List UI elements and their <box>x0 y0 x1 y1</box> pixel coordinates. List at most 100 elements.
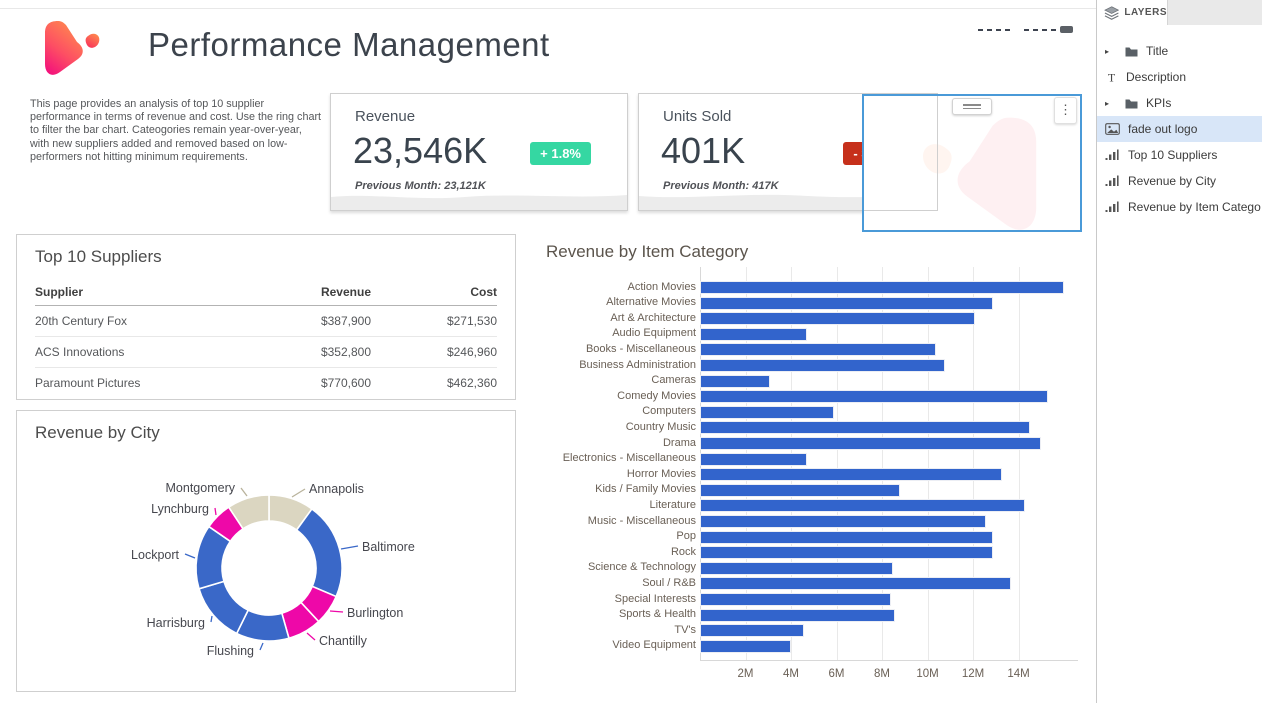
bar-literature <box>700 499 1025 512</box>
bar-category-label: TV's <box>674 624 696 636</box>
kpi-label: Units Sold <box>663 108 731 125</box>
kebab-menu-icon[interactable]: ⋮ <box>1054 97 1077 124</box>
bar-audio-equipment <box>700 328 807 341</box>
bar-kids-family-movies <box>700 484 900 497</box>
chart-icon <box>1105 175 1120 187</box>
table-cell: $387,900 <box>253 314 371 328</box>
bar-action-movies <box>700 281 1064 294</box>
city-label-montgomery: Montgomery <box>166 481 235 495</box>
city-label-connector <box>292 489 305 497</box>
bar-sports-health <box>700 609 895 622</box>
x-tick-label: 4M <box>769 668 813 680</box>
layer-item-revenue-by-city[interactable]: Revenue by City <box>1097 168 1262 194</box>
x-tick-label: 8M <box>860 668 904 680</box>
layer-item-kpis[interactable]: ▸KPIs <box>1097 90 1262 116</box>
drag-handle[interactable] <box>952 98 992 115</box>
bar-category-label: Science & Technology <box>588 561 696 573</box>
layers-tab[interactable]: LAYERS <box>1097 0 1168 25</box>
caret-right-icon[interactable]: ▸ <box>1105 47 1115 56</box>
bar-comedy-movies <box>700 390 1048 403</box>
bar-special-interests <box>700 593 891 606</box>
bar-alternative-movies <box>700 297 993 310</box>
city-donut-chart[interactable] <box>17 411 517 693</box>
revenue-by-item-category-widget[interactable]: Revenue by Item Category Action MoviesAl… <box>530 236 1090 698</box>
layer-item-label: Description <box>1126 70 1186 84</box>
table-row[interactable]: ACS Innovations$352,800$246,960 <box>35 337 497 368</box>
city-label-connector <box>211 616 212 622</box>
kpi-value: 401K <box>661 130 745 172</box>
layer-item-fade-out-logo[interactable]: fade out logo <box>1097 116 1262 142</box>
layer-item-label: Title <box>1146 44 1168 58</box>
layer-item-description[interactable]: T Description <box>1097 64 1262 90</box>
layer-item-revenue-by-item-catego[interactable]: Revenue by Item Catego <box>1097 194 1262 220</box>
bar-cameras <box>700 375 770 388</box>
city-label-connector <box>307 633 315 640</box>
revenue-by-city-widget[interactable]: Revenue by City AnnapolisBaltimoreBurlin… <box>16 410 516 692</box>
kpi-card-revenue[interactable]: Revenue 23,546K + 1.8% Previous Month: 2… <box>330 93 628 211</box>
bar-tv-s <box>700 624 804 637</box>
bar-category-label: Country Music <box>626 421 696 433</box>
kpi-badge-0: + 1.8% <box>530 142 591 165</box>
bar-category-label: Audio Equipment <box>612 327 696 339</box>
kpi-sparkline <box>331 186 627 210</box>
table-row[interactable]: Paramount Pictures$770,600$462,360 <box>35 368 497 398</box>
bar-category-label: Computers <box>642 405 696 417</box>
bar-category-label: Rock <box>671 546 696 558</box>
layers-icon <box>1104 6 1119 20</box>
bar-category-label: Soul / R&B <box>642 577 696 589</box>
suppliers-table-header: Supplier Revenue Cost <box>35 279 497 306</box>
donut-slice-harrisburg[interactable] <box>199 581 248 633</box>
bar-category-label: Action Movies <box>628 281 696 293</box>
mini-ruler-marks <box>978 27 1073 33</box>
table-row[interactable]: 20th Century Fox$387,900$271,530 <box>35 306 497 337</box>
bar-books-miscellaneous <box>700 343 936 356</box>
col-cost: Cost <box>371 285 497 299</box>
suppliers-table: Supplier Revenue Cost 20th Century Fox$3… <box>35 279 497 398</box>
layers-tab-label: LAYERS <box>1124 7 1167 18</box>
x-tick-label: 10M <box>906 668 950 680</box>
text-icon: T <box>1105 71 1118 83</box>
bar-science-technology <box>700 562 893 575</box>
chart-icon <box>1105 149 1120 161</box>
bar-drama <box>700 437 1041 450</box>
bar-category-label: Drama <box>663 437 696 449</box>
caret-right-icon[interactable]: ▸ <box>1105 99 1115 108</box>
city-label-connector <box>260 643 263 650</box>
table-cell: ACS Innovations <box>35 345 253 359</box>
bar-category-label: Sports & Health <box>619 608 696 620</box>
kpi-label: Revenue <box>355 108 415 125</box>
page-title: Performance Management <box>148 26 550 64</box>
city-label-connector <box>241 488 247 496</box>
table-cell: 20th Century Fox <box>35 314 253 328</box>
svg-text:T: T <box>1108 71 1116 83</box>
bar-video-equipment <box>700 640 791 653</box>
city-label-connector <box>185 554 195 558</box>
top-10-suppliers-widget[interactable]: Top 10 Suppliers Supplier Revenue Cost 2… <box>16 234 516 400</box>
donut-slice-baltimore[interactable] <box>297 509 342 597</box>
bar-category-label: Comedy Movies <box>617 390 696 402</box>
bar-computers <box>700 406 834 419</box>
dashboard-canvas: Performance Management This page provide… <box>0 0 1262 703</box>
canvas-top-divider <box>0 8 1096 9</box>
layer-item-label: Top 10 Suppliers <box>1128 148 1217 162</box>
bar-soul-r-b <box>700 577 1011 590</box>
bar-horror-movies <box>700 468 1002 481</box>
gridline <box>928 267 929 660</box>
bar-category-label: Electronics - Miscellaneous <box>563 452 696 464</box>
layer-item-title[interactable]: ▸ Title <box>1097 38 1262 64</box>
table-cell: $271,530 <box>371 314 497 328</box>
description-text[interactable]: This page provides an analysis of top 10… <box>30 98 324 164</box>
suppliers-table-body: 20th Century Fox$387,900$271,530ACS Inno… <box>35 306 497 398</box>
bar-country-music <box>700 421 1030 434</box>
bar-electronics-miscellaneous <box>700 453 807 466</box>
layer-item-top-10-suppliers[interactable]: Top 10 Suppliers <box>1097 142 1262 168</box>
mini-pill <box>1060 26 1073 33</box>
folder-icon <box>1125 98 1138 109</box>
table-cell: $352,800 <box>253 345 371 359</box>
city-label-lynchburg: Lynchburg <box>151 502 209 516</box>
city-label-lockport: Lockport <box>131 548 179 562</box>
layer-item-label: fade out logo <box>1128 122 1197 136</box>
bar-category-label: Alternative Movies <box>606 296 696 308</box>
city-label-baltimore: Baltimore <box>362 540 415 554</box>
city-label-connector <box>215 508 216 515</box>
